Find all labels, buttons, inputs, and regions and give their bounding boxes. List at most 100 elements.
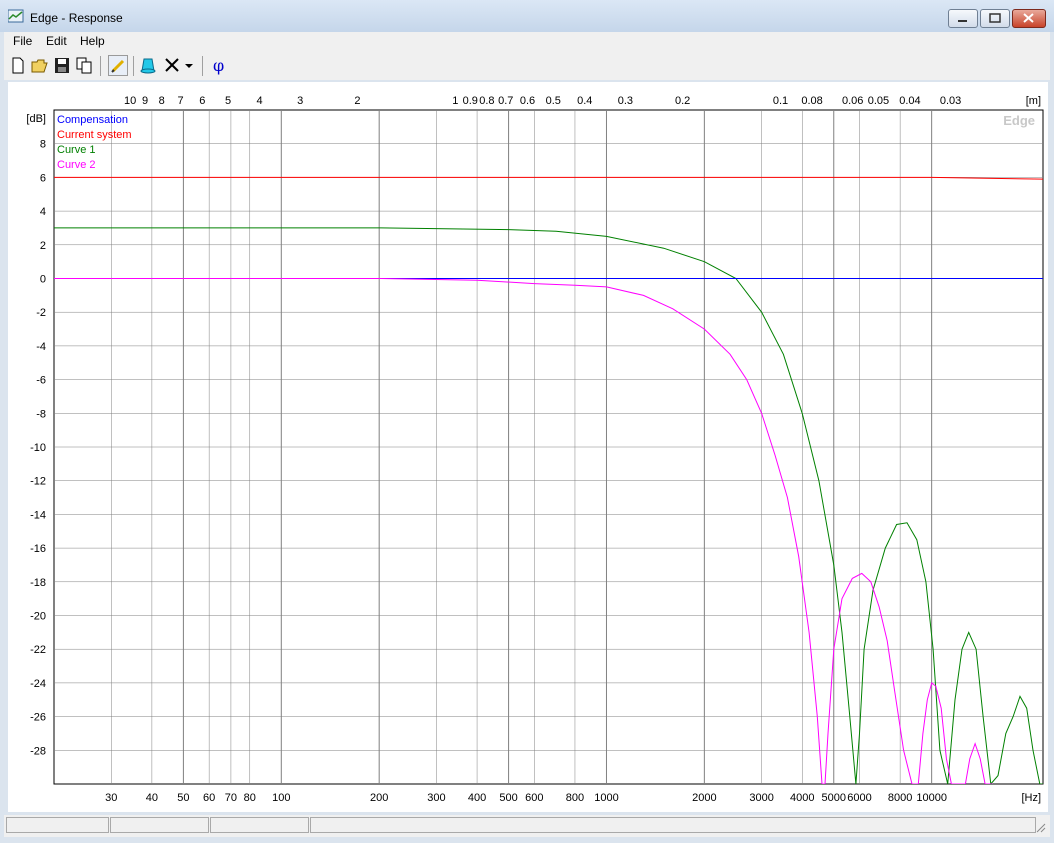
- title-bar[interactable]: Edge - Response: [0, 0, 1054, 32]
- menu-file[interactable]: File: [13, 34, 32, 48]
- phase-button[interactable]: φ: [208, 55, 228, 76]
- top-tick-label: 0.08: [801, 95, 822, 107]
- menu-edit[interactable]: Edit: [46, 34, 67, 48]
- dropdown-arrow-icon: [185, 64, 193, 68]
- top-tick-label: 1: [452, 95, 458, 107]
- phi-label: φ: [213, 56, 225, 75]
- top-tick-label: 6: [199, 95, 205, 107]
- x-tick-label: 600: [525, 792, 543, 804]
- status-bar: [4, 815, 1050, 837]
- top-tick-label: 5: [225, 95, 231, 107]
- x-tick-label: 200: [370, 792, 388, 804]
- x-tick-label: 30: [105, 792, 117, 804]
- top-tick-label: 0.2: [675, 95, 690, 107]
- top-tick-label: 8: [159, 95, 165, 107]
- legend-entry-compensation[interactable]: Compensation: [57, 114, 128, 126]
- save-button[interactable]: [52, 55, 72, 76]
- top-tick-label: 0.04: [899, 95, 920, 107]
- status-cell-3: [210, 817, 309, 833]
- open-button[interactable]: [30, 55, 50, 76]
- x-tick-label: 3000: [749, 792, 773, 804]
- legend-entry-curve2[interactable]: Curve 2: [57, 159, 96, 171]
- y-tick-label: -18: [30, 577, 46, 589]
- legend-entry-curve1[interactable]: Curve 1: [57, 144, 96, 156]
- status-cell-1: [6, 817, 109, 833]
- top-tick-label: 0.6: [520, 95, 535, 107]
- x-axis-unit: [Hz]: [1021, 792, 1041, 804]
- y-tick-label: 4: [40, 206, 46, 218]
- top-tick-label: 0.06: [842, 95, 863, 107]
- menu-bar: File Edit Help: [4, 32, 1050, 52]
- top-tick-label: 0.05: [868, 95, 889, 107]
- x-tick-label: 400: [468, 792, 486, 804]
- y-tick-label: -2: [36, 307, 46, 319]
- legend-entry-current[interactable]: Current system: [57, 129, 132, 141]
- restore-icon: [989, 13, 1001, 23]
- app-window: Edge - Response File Edit Help φ 30 40 5…: [0, 0, 1054, 843]
- top-tick-label: 0.1: [773, 95, 788, 107]
- minimize-icon: [958, 20, 967, 22]
- draw-button[interactable]: [108, 55, 128, 76]
- x-tick-label: 5000: [822, 792, 846, 804]
- delete-button[interactable]: [162, 55, 182, 76]
- copy-icon: [76, 57, 92, 74]
- y-axis-unit: [dB]: [26, 113, 46, 125]
- y-tick-label: -22: [30, 644, 46, 656]
- response-plot[interactable]: 30 40 50 60 70 80 100 200 300 400 500 600 800 1000 200…: [8, 82, 1048, 812]
- y-tick-label: -28: [30, 745, 46, 757]
- top-axis-unit: [m]: [1026, 95, 1041, 107]
- top-tick-label: 3: [297, 95, 303, 107]
- top-tick-label: 0.03: [940, 95, 961, 107]
- menu-help[interactable]: Help: [80, 34, 105, 48]
- x-tick-label: 800: [566, 792, 584, 804]
- y-tick-label: 0: [40, 274, 46, 286]
- top-tick-label: 0.5: [546, 95, 561, 107]
- series-line-curve1: [54, 227, 1043, 784]
- top-tick-label: 2: [354, 95, 360, 107]
- window-title: Edge - Response: [30, 11, 123, 25]
- open-folder-icon: [31, 59, 48, 73]
- toolbar-separator: [202, 56, 203, 76]
- series-line-current: [54, 176, 1043, 180]
- y-tick-label: -8: [36, 408, 46, 420]
- close-icon: [1023, 13, 1034, 23]
- delete-dropdown-button[interactable]: [182, 55, 196, 76]
- status-cell-4: [310, 817, 1036, 833]
- speaker-icon: [140, 58, 156, 74]
- toolbar-separator: [100, 56, 101, 76]
- status-cell-2: [110, 817, 209, 833]
- y-tick-label: -12: [30, 476, 46, 488]
- x-tick-label: 70: [225, 792, 237, 804]
- top-tick-label: 0.8: [479, 95, 494, 107]
- response-chart[interactable]: 30 40 50 60 70 80 100 200 300 400 500 600 800 1000 200…: [8, 82, 1048, 812]
- x-tick-label: 4000: [790, 792, 814, 804]
- close-button[interactable]: [1012, 9, 1046, 28]
- delete-x-icon: [165, 58, 179, 72]
- y-tick-label: -16: [30, 543, 46, 555]
- top-tick-label: 0.3: [618, 95, 633, 107]
- top-tick-label: 9: [142, 95, 148, 107]
- x-tick-label: 60: [203, 792, 215, 804]
- top-tick-label: 0.7: [498, 95, 513, 107]
- minimize-button[interactable]: [948, 9, 978, 28]
- y-tick-label: -6: [36, 375, 46, 387]
- series-line-curve2: [54, 278, 993, 784]
- y-tick-label: -10: [30, 442, 46, 454]
- new-file-icon: [12, 57, 24, 74]
- x-tick-label: 300: [427, 792, 445, 804]
- speaker-button[interactable]: [138, 55, 158, 76]
- x-tick-label: 2000: [692, 792, 716, 804]
- edge-watermark: Edge: [1003, 113, 1035, 128]
- maximize-button[interactable]: [980, 9, 1010, 28]
- resize-grip-icon[interactable]: [1034, 821, 1046, 833]
- x-tick-label: 8000: [888, 792, 912, 804]
- top-tick-label: 10: [124, 95, 136, 107]
- x-tick-label: 40: [146, 792, 158, 804]
- x-tick-label: 500: [499, 792, 517, 804]
- copy-button[interactable]: [74, 55, 94, 76]
- y-tick-label: 2: [40, 240, 46, 252]
- save-disk-icon: [55, 58, 69, 73]
- x-tick-label: 80: [244, 792, 256, 804]
- new-button[interactable]: [8, 55, 28, 76]
- top-tick-label: 0.4: [577, 95, 592, 107]
